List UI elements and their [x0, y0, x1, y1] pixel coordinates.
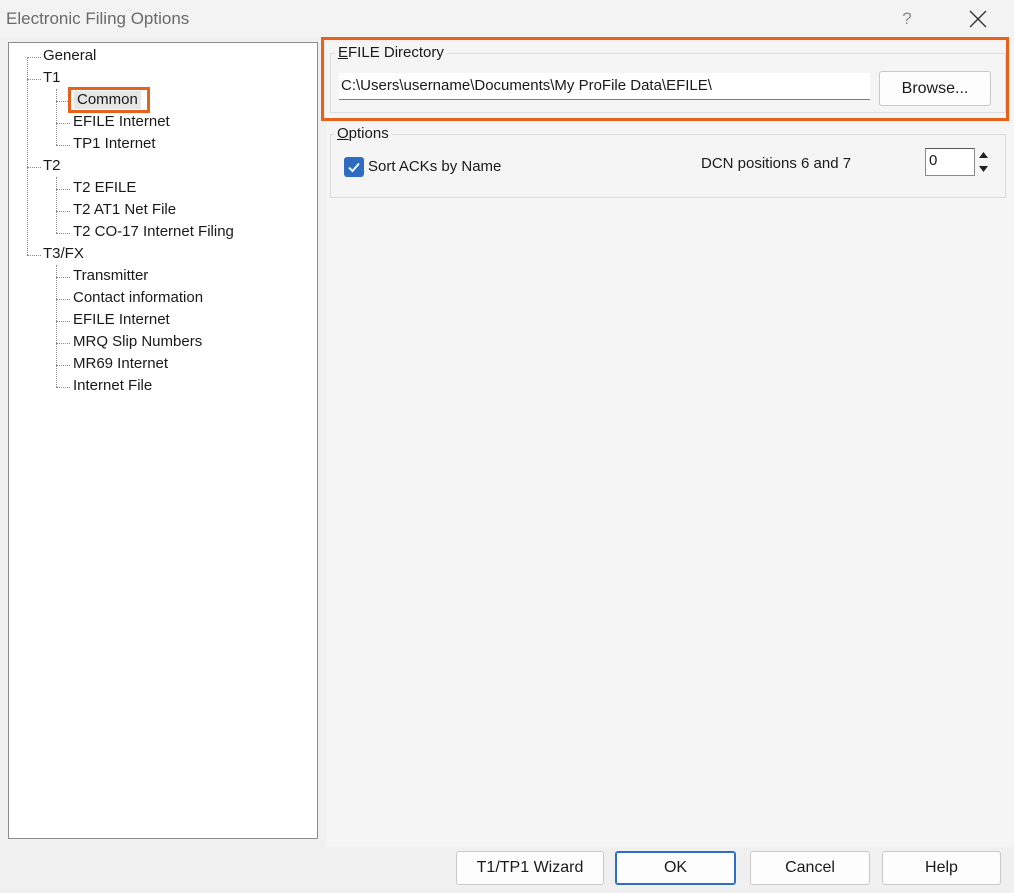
tree-connector [56, 189, 70, 190]
tree-item-mrq-slip-numbers[interactable]: MRQ Slip Numbers [73, 332, 202, 352]
legend-text: ptions [348, 125, 389, 142]
arrow-down-icon [979, 166, 988, 172]
tree-connector [56, 343, 70, 344]
dcn-positions-input[interactable]: 0 [925, 148, 975, 176]
tree-branch-line [56, 265, 57, 387]
tree-connector [56, 321, 70, 322]
tree-connector [27, 167, 41, 168]
title-help-button[interactable]: ? [890, 4, 924, 34]
ok-button[interactable]: OK [615, 851, 736, 885]
tree-item-t1[interactable]: T1 [43, 68, 61, 88]
tree-item-mr69-internet[interactable]: MR69 Internet [73, 354, 168, 374]
spin-down-button[interactable] [976, 162, 991, 176]
tree-connector [27, 57, 41, 58]
dcn-positions-spinner[interactable] [976, 148, 991, 176]
arrow-up-icon [979, 152, 988, 158]
tree-root-line [27, 57, 28, 255]
tree-item-common-selected[interactable]: Common [68, 87, 150, 113]
dcn-positions-label: DCN positions 6 and 7 [701, 155, 852, 172]
t1-tp1-wizard-button[interactable]: T1/TP1 Wizard [456, 851, 604, 885]
tree-connector [56, 299, 70, 300]
title-bar: Electronic Filing Options ? [0, 0, 1014, 38]
tree-item-t2-co17-internet-filing[interactable]: T2 CO-17 Internet Filing [73, 222, 234, 242]
tree-connector [56, 123, 70, 124]
close-icon [969, 10, 987, 28]
checkmark-icon [348, 162, 360, 173]
tree-item-t2-at1-net-file[interactable]: T2 AT1 Net File [73, 200, 176, 220]
tree-connector [56, 387, 70, 388]
tree-item-contact-information[interactable]: Contact information [73, 288, 203, 308]
tree-connector [27, 79, 41, 80]
tree-connector [56, 211, 70, 212]
tree-item-t1-efile-internet[interactable]: EFILE Internet [73, 112, 170, 132]
tree-item-transmitter[interactable]: Transmitter [73, 266, 148, 286]
tree-item-tp1-internet[interactable]: TP1 Internet [73, 134, 156, 154]
tree-item-general[interactable]: General [43, 46, 96, 66]
sort-acks-checkbox[interactable] [344, 157, 364, 177]
options-tree: General T1 Common EFILE Internet TP1 Int… [8, 42, 318, 839]
tree-connector [56, 277, 70, 278]
tree-connector [56, 365, 70, 366]
tree-item-t3-efile-internet[interactable]: EFILE Internet [73, 310, 170, 330]
tree-connector [27, 255, 41, 256]
sort-acks-label[interactable]: Sort ACKs by Name [368, 157, 501, 177]
tree-branch-line [56, 177, 57, 233]
tree-item-t2[interactable]: T2 [43, 156, 61, 176]
tree-item-t2-efile[interactable]: T2 EFILE [73, 178, 136, 198]
legend-mnemonic: O [337, 125, 349, 142]
tree-branch-line [56, 89, 57, 145]
tree-item-t3fx[interactable]: T3/FX [43, 244, 84, 264]
cancel-button[interactable]: Cancel [750, 851, 870, 885]
tree-item-common[interactable]: Common [74, 91, 141, 109]
tree-item-internet-file[interactable]: Internet File [73, 376, 152, 396]
spin-up-button[interactable] [976, 148, 991, 162]
window-title: Electronic Filing Options [6, 9, 190, 28]
options-legend: Options [334, 125, 392, 143]
tree-connector [56, 233, 70, 234]
efile-directory-highlight [321, 37, 1009, 121]
tree-connector [56, 145, 70, 146]
close-button[interactable] [956, 3, 1000, 35]
help-button[interactable]: Help [882, 851, 1001, 885]
